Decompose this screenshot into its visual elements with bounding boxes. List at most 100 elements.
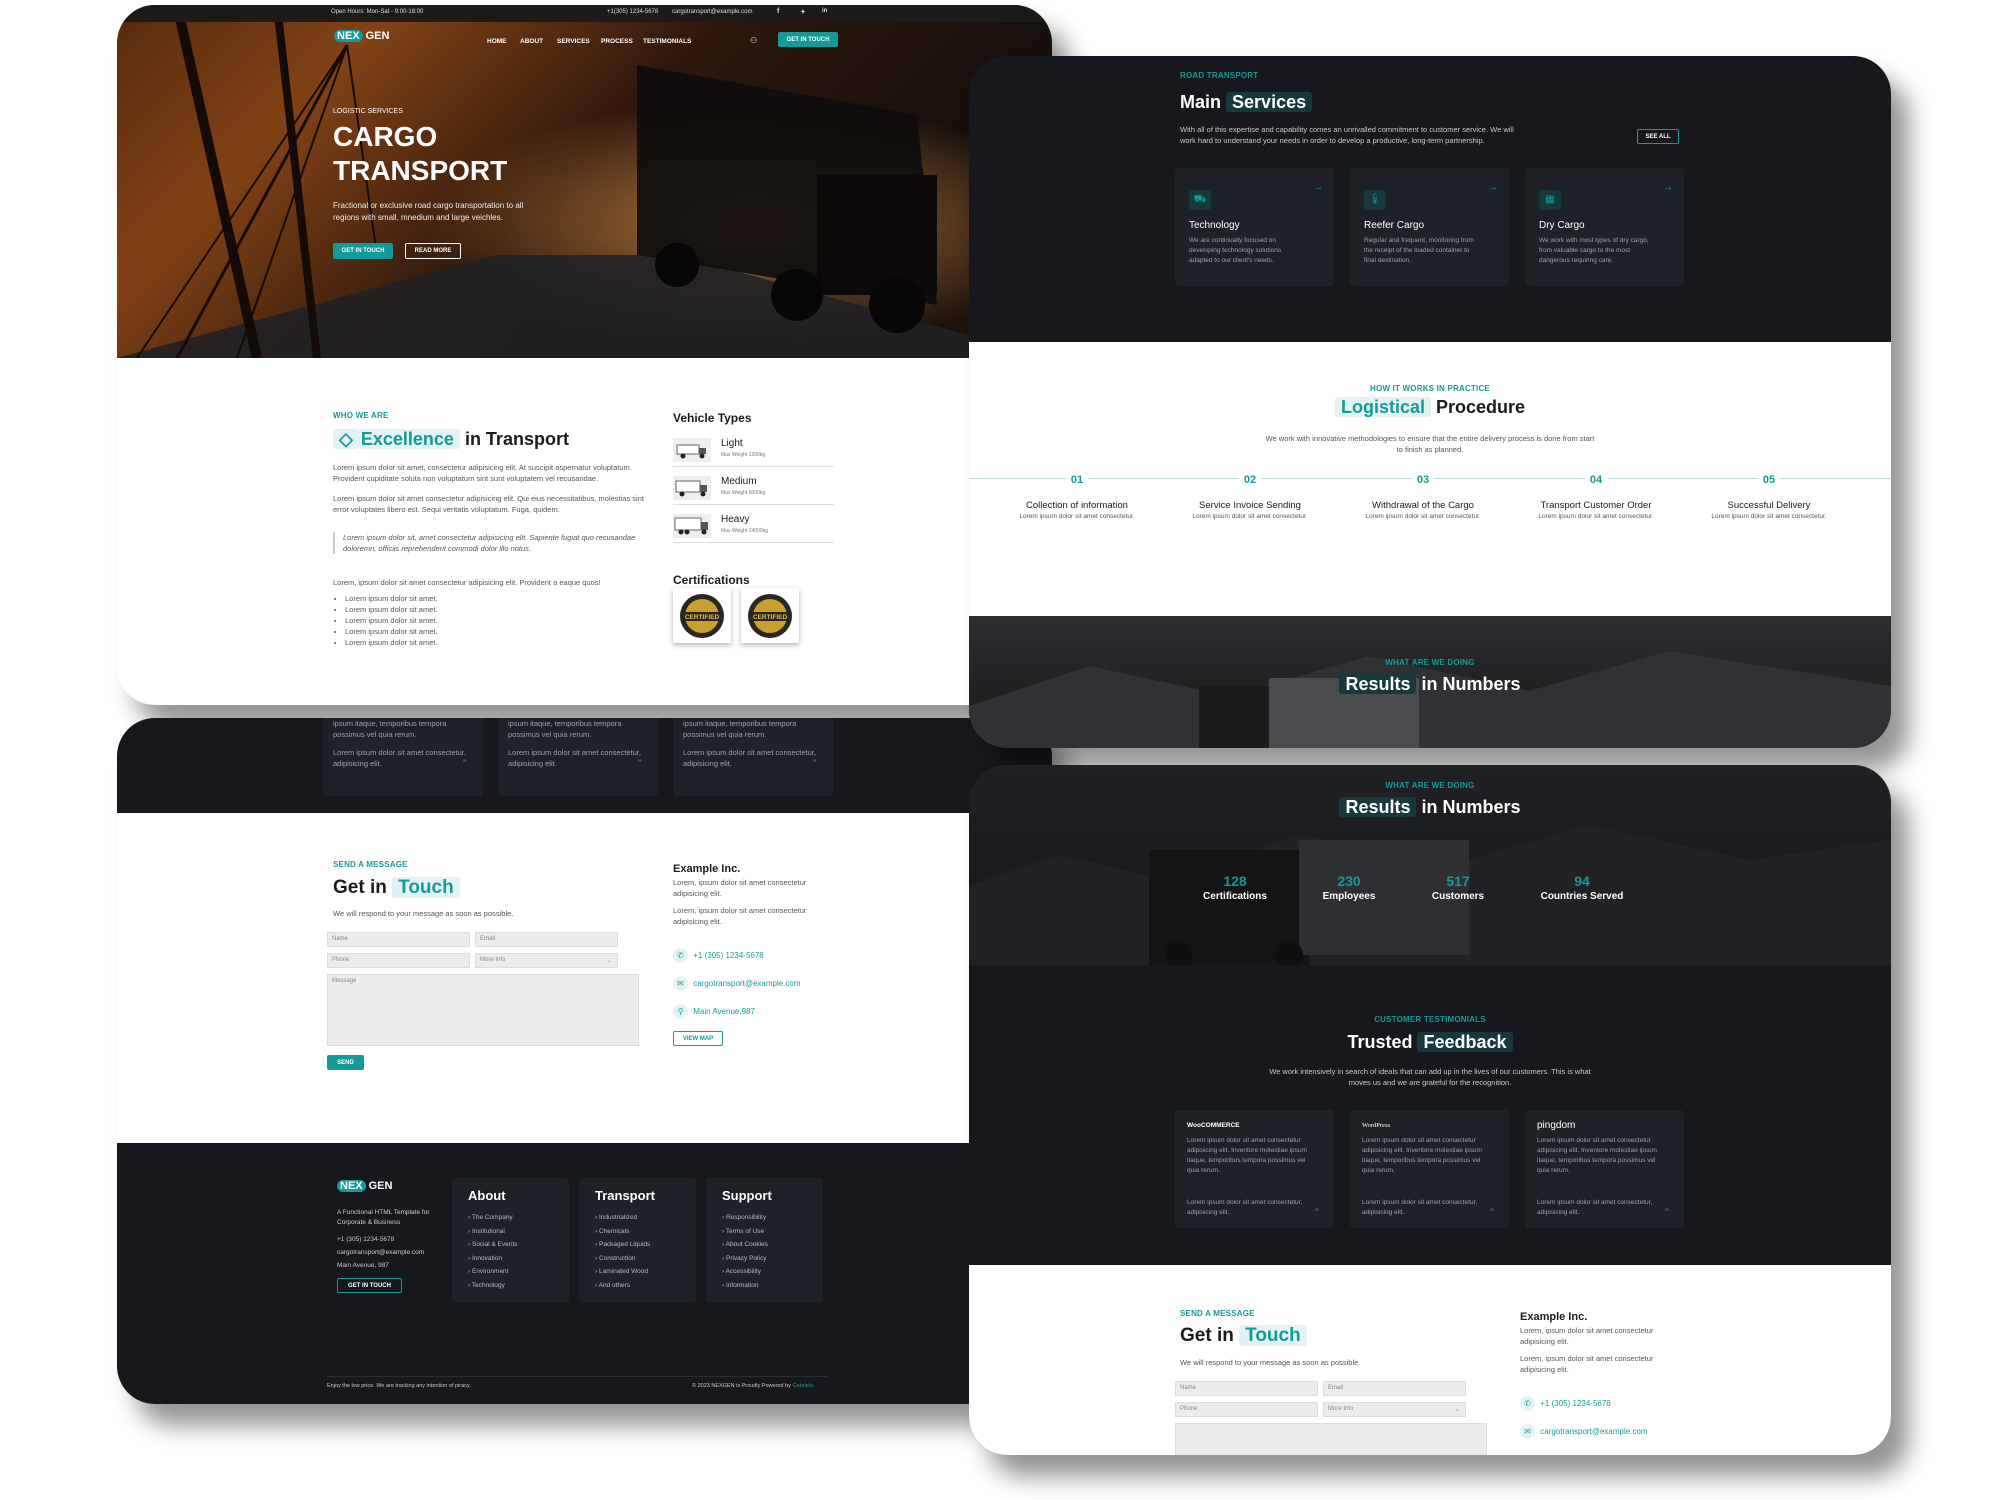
footer-link[interactable]: › Innovation — [468, 1252, 569, 1266]
list-item: Lorem ipsum dolor sit amet. — [345, 637, 438, 648]
vehicle-name: Medium — [721, 476, 757, 487]
about-paragraph-3: Lorem, ipsum dolor sit amet consectetur … — [333, 578, 601, 587]
service-card[interactable]: ▦ → Dry Cargo We work with most types of… — [1525, 168, 1684, 286]
numbers-eyebrow: WHAT ARE WE DOING — [1385, 781, 1475, 790]
facebook-icon[interactable]: f — [777, 8, 779, 15]
message-field[interactable]: Message — [327, 974, 639, 1046]
email-field[interactable]: Email — [475, 932, 618, 947]
about-title-highlight: Excellence — [358, 429, 460, 449]
contact-address[interactable]: ⚲ Main Avenue,987 — [673, 1004, 755, 1019]
testimonial-snippet: ipsum itaque, temporibus tempora possimu… — [323, 718, 483, 796]
view-map-button[interactable]: VIEW MAP — [673, 1031, 723, 1046]
footer-link[interactable]: › Social & Events — [468, 1238, 569, 1252]
stat-item: 128 Certifications — [1203, 873, 1267, 902]
process-title: Logistical Procedure — [969, 397, 1891, 418]
hero-read-more-button[interactable]: READ MORE — [405, 243, 461, 259]
hero-get-in-touch-button[interactable]: GET IN TOUCH — [333, 243, 393, 259]
footer-link[interactable]: › Environment — [468, 1265, 569, 1279]
message-field[interactable] — [1175, 1423, 1487, 1455]
about-title: ◇ Excellence in Transport — [333, 429, 569, 450]
phone-field[interactable]: Phone — [327, 953, 470, 968]
logo-part2: GEN — [365, 30, 390, 42]
process-step: 03 Withdrawal of the Cargo Lorem ipsum d… — [1365, 474, 1481, 520]
contact-email[interactable]: ✉ cargotransport@example.com — [1520, 1424, 1648, 1439]
contact-eyebrow: SEND A MESSAGE — [333, 860, 408, 869]
footer-logo[interactable]: NEX GEN — [337, 1180, 392, 1192]
name-field[interactable]: Name — [1175, 1381, 1318, 1396]
testimonial-snippet: ipsum itaque, temporibus tempora possimu… — [498, 718, 658, 796]
footer-link[interactable]: › Chemicals — [595, 1225, 696, 1239]
footer-link[interactable]: › Accessibility — [722, 1265, 823, 1279]
nav-testimonials[interactable]: TESTIMONIALS — [643, 38, 691, 45]
top-bar — [117, 5, 1052, 22]
footer-link[interactable]: › And others — [595, 1279, 696, 1293]
vehicle-row-heavy: Heavy Max Weight 24000kg — [673, 511, 834, 543]
phone-field[interactable]: Phone — [1175, 1402, 1318, 1417]
footer-link[interactable]: › Terms of Use — [722, 1225, 823, 1239]
vehicle-name: Heavy — [721, 514, 750, 525]
process-step: 04 Transport Customer Order Lorem ipsum … — [1538, 474, 1654, 520]
light-truck-icon — [673, 438, 711, 462]
truck-icon: ⛟ — [1189, 190, 1211, 210]
nav-services[interactable]: SERVICES — [557, 38, 590, 45]
footer-get-in-touch-button[interactable]: GET IN TOUCH — [337, 1278, 402, 1293]
contact-subtitle: We will respond to your message as soon … — [333, 909, 514, 918]
service-card[interactable]: 🌡 → Reefer Cargo Regular and frequent, m… — [1350, 168, 1509, 286]
footer-link[interactable]: › Privacy Policy — [722, 1252, 823, 1266]
nav-about[interactable]: ABOUT — [520, 38, 543, 45]
user-icon[interactable]: ⚇ — [750, 36, 757, 45]
process-eyebrow: HOW IT WORKS IN PRACTICE — [1370, 384, 1490, 393]
twitter-icon[interactable]: ✦ — [800, 8, 806, 16]
numbers-section: WHAT ARE WE DOING Results in Numbers 128… — [969, 765, 1891, 965]
footer-link[interactable]: › Construction — [595, 1252, 696, 1266]
topbar-phone[interactable]: +1(305) 1234-5678 — [607, 9, 658, 15]
name-field[interactable]: Name — [327, 932, 470, 947]
subject-select[interactable]: More Info ⌄ — [1323, 1402, 1466, 1417]
footer-link[interactable]: › Packaged Liquids — [595, 1238, 696, 1252]
service-description: Regular and frequent, monitoring from th… — [1364, 237, 1474, 264]
quote-icon: ” — [1315, 1207, 1319, 1219]
nav-home[interactable]: HOME — [487, 38, 507, 45]
services-eyebrow: ROAD TRANSPORT — [1180, 71, 1259, 80]
contact-section: SEND A MESSAGE Get in Touch We will resp… — [117, 813, 1052, 1143]
about-paragraph-1: Lorem ipsum dolor sit amet, consectetur … — [333, 463, 632, 483]
footer-link[interactable]: › Laminated Wood — [595, 1265, 696, 1279]
linkedin-icon[interactable]: in — [822, 8, 827, 14]
email-field[interactable]: Email — [1323, 1381, 1466, 1396]
about-list: Lorem ipsum dolor sit amet. Lorem ipsum … — [345, 593, 438, 648]
footer-link[interactable]: › Industrialized — [595, 1211, 696, 1225]
contact-section-2: SEND A MESSAGE Get in Touch We will resp… — [969, 1265, 1891, 1455]
logo[interactable]: NEX GEN — [334, 30, 389, 42]
about-eyebrow: WHO WE ARE — [333, 411, 389, 420]
send-button[interactable]: SEND — [327, 1055, 364, 1070]
numbers-overlay — [969, 765, 1891, 965]
footer-link[interactable]: › Information — [722, 1279, 823, 1293]
credit-link[interactable]: Gabriela — [792, 1383, 813, 1389]
subject-select[interactable]: More Info ⌄ — [475, 953, 618, 968]
nav-get-in-touch-button[interactable]: GET IN TOUCH — [778, 32, 838, 47]
phone-icon: ✆ — [1520, 1396, 1535, 1411]
vehicle-name: Light — [721, 438, 743, 449]
see-all-button[interactable]: SEE ALL — [1637, 129, 1679, 144]
footer-link[interactable]: › Responsibility — [722, 1211, 823, 1225]
svg-text:CERTIFIED: CERTIFIED — [685, 614, 720, 621]
service-card[interactable]: ⛟ → Technology We are continually focuse… — [1175, 168, 1334, 286]
contact-email[interactable]: ✉ cargotransport@example.com — [673, 976, 801, 991]
footer-copyright: © 2023 NEXGEN is Proudly Powered by Gabr… — [692, 1383, 814, 1389]
hero-section: Open Hours: Mon-Sat - 9:00-18:00 +1(305)… — [117, 5, 1052, 358]
mail-icon: ✉ — [1520, 1424, 1535, 1439]
footer-link[interactable]: › Institutional — [468, 1225, 569, 1239]
contact-phone[interactable]: ✆ +1 (305) 1234-5678 — [673, 948, 764, 963]
contact-phone[interactable]: ✆ +1 (305) 1234-5678 — [1520, 1396, 1611, 1411]
footer-link[interactable]: › About Cookies — [722, 1238, 823, 1252]
footer-link[interactable]: › Technology — [468, 1279, 569, 1293]
nav-process[interactable]: PROCESS — [601, 38, 633, 45]
panel-services-process: ROAD TRANSPORT Main Services With all of… — [969, 56, 1891, 748]
topbar-email[interactable]: cargotransport@example.com — [672, 9, 752, 15]
certification-badge: CERTIFIED — [673, 588, 731, 643]
chevron-down-icon: ⌄ — [606, 958, 612, 964]
contact-title: Get in Touch — [333, 877, 460, 899]
vehicle-types-title: Vehicle Types — [673, 411, 752, 425]
hero-title: CARGO TRANSPORT — [333, 120, 507, 188]
footer-link[interactable]: › The Company — [468, 1211, 569, 1225]
